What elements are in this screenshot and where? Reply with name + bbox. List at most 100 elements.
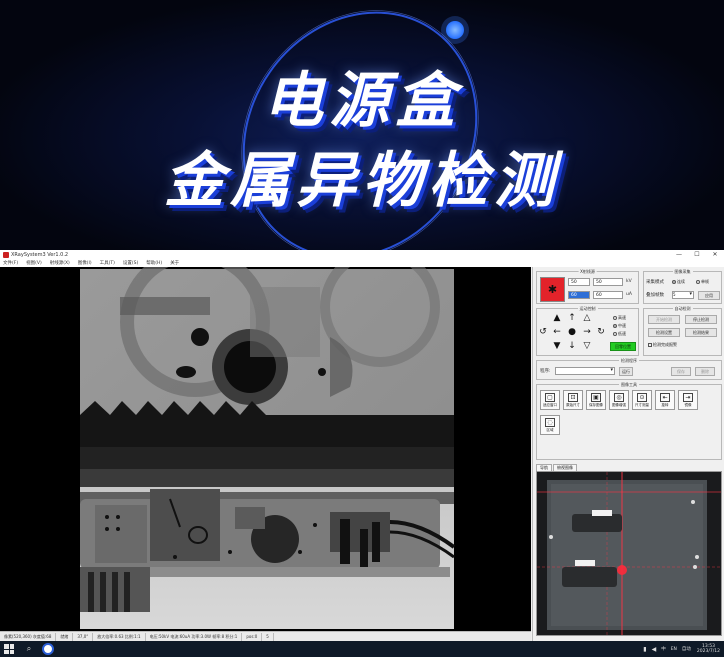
roi-icon: ◌ (545, 418, 555, 427)
down-outline-arrow-icon[interactable]: ▽ (581, 340, 593, 352)
current-input[interactable]: 60 (593, 291, 623, 299)
down-fill-arrow-icon[interactable]: ▼ (551, 340, 563, 352)
status-params: 电压:50kV 电流:60uA 功率:3.0W 帧率:8 积分:1 (146, 632, 243, 641)
mode-label: 采集模式 (646, 280, 664, 285)
menu-about[interactable]: 关于 (170, 260, 179, 266)
mode-continuous-radio[interactable]: 连续 (672, 279, 685, 285)
xray-image-viewer[interactable] (0, 267, 531, 631)
tool-rotate-button[interactable]: ⇤ 旋转 (655, 390, 675, 410)
rotate-icon: ⇤ (660, 393, 670, 402)
voltage-unit: kV (626, 279, 632, 284)
mode-indicator[interactable]: 自动 (682, 646, 691, 652)
voltage-readout: 50 (568, 278, 590, 286)
xray-group-title: X射线源 (578, 269, 597, 275)
frames-label: 叠加帧数 (646, 293, 664, 298)
start-inspect-button[interactable]: 开始检测 (648, 315, 680, 324)
menu-settings[interactable]: 设置(S) (123, 260, 138, 266)
network-icon[interactable]: ▮ (643, 646, 646, 653)
up-fill-arrow-icon[interactable]: ▲ (551, 312, 563, 324)
volume-icon[interactable]: ◀ (652, 646, 657, 653)
clock[interactable]: 13:53 2023/7/12 (697, 644, 720, 654)
program-select[interactable] (555, 367, 615, 375)
rotate-ccw-icon[interactable]: ↺ (537, 326, 549, 338)
status-pixel: 像素(520,360) 灰度值:68 (0, 632, 57, 641)
lang-indicator[interactable]: EN (671, 647, 677, 652)
menu-bar: 文件(F) 视图(V) 射线源(X) 图像(I) 工具(T) 设置(S) 帮助(… (0, 259, 724, 267)
frames-select[interactable]: 5 (672, 291, 694, 299)
alarm-checkbox[interactable]: 检测完成报警 (648, 342, 677, 348)
run-program-button[interactable]: 运行 (619, 367, 633, 376)
menu-tools[interactable]: 工具(T) (100, 260, 115, 266)
xray-app-taskbar-icon[interactable] (42, 643, 54, 655)
speed-low-radio[interactable]: 低速 (613, 331, 626, 337)
save-program-button[interactable]: 保存 (671, 367, 691, 376)
window-title: XRaySystem3 Ver1.0.2 (11, 251, 69, 258)
program-label: 程序: (540, 369, 551, 374)
xray-image (80, 267, 456, 629)
banner-title-line2: 金属异物检测 (164, 146, 560, 216)
delete-program-button[interactable]: 删除 (695, 367, 715, 376)
up-outline-arrow-icon[interactable]: △ (581, 312, 593, 324)
close-button[interactable]: ✕ (706, 250, 724, 259)
app-icon (3, 251, 9, 258)
status-zoom: 放大倍率:0.63 比例:1:1 (93, 632, 146, 641)
status-bar: 像素(520,360) 灰度值:68 就绪 37,0° 放大倍率:0.63 比例… (0, 631, 531, 641)
clock-date: 2023/7/12 (696, 649, 720, 654)
menu-file[interactable]: 文件(F) (3, 260, 18, 266)
acquisition-group: 图像采集 采集模式 连续 单帧 叠加帧数 5 应用 (643, 269, 722, 304)
menu-image[interactable]: 图像(I) (78, 260, 92, 266)
camera-preview (536, 471, 722, 636)
screenshot-root: 电源盒 金属异物检测 XRaySystem3 Ver1.0.2 — ☐ ✕ 文件… (0, 0, 724, 657)
status-frames: 5 (262, 632, 274, 641)
status-ready: 就绪 (56, 632, 74, 641)
stop-dot-icon[interactable]: ● (566, 326, 578, 338)
ime-indicator[interactable]: 中 (661, 646, 666, 652)
menu-view[interactable]: 视图(V) (26, 260, 42, 266)
minimize-button[interactable]: — (670, 250, 688, 259)
speed-high-radio[interactable]: 高速 (613, 315, 626, 321)
inspect-results-button[interactable]: 检测结果 (685, 328, 717, 337)
voltage-input[interactable]: 50 (593, 278, 623, 286)
apply-button[interactable]: 应用 (698, 291, 720, 300)
tool-measure-button[interactable]: ⊙ 尺寸测量 (632, 390, 652, 410)
arrow-down-icon[interactable]: ↓ (566, 340, 578, 352)
status-angle: 37,0° (73, 632, 94, 641)
system-tray: ▮ ◀ 中 EN 自动 13:53 2023/7/12 (638, 641, 720, 657)
stop-inspect-button[interactable]: 停止检测 (685, 315, 717, 324)
tool-save-button[interactable]: ▣ 保存图像 (586, 390, 606, 410)
measure-icon: ⊙ (637, 393, 647, 402)
tool-roi-button[interactable]: ◌ 区域 (540, 415, 560, 435)
tab-top-camera[interactable]: 俯视图像 (553, 464, 577, 471)
enhance-icon: ◎ (614, 393, 624, 402)
rotate-cw-icon[interactable]: ↻ (595, 326, 607, 338)
mirror-icon: ⇥ (683, 393, 693, 402)
menu-help[interactable]: 帮助(H) (146, 260, 162, 266)
home-button[interactable]: 回零位置 (610, 342, 636, 351)
program-group-title: 检测程序 (619, 358, 639, 364)
tools-group-title: 图像工具 (619, 382, 639, 388)
speed-mid-radio[interactable]: 中速 (613, 323, 626, 329)
fit-icon: ▢ (545, 393, 555, 402)
inspect-settings-button[interactable]: 检测设置 (648, 328, 680, 337)
tool-original-button[interactable]: ⊡ 原始尺寸 (563, 390, 583, 410)
program-group: 检测程序 程序: 运行 保存 删除 (536, 358, 722, 380)
windows-start-icon[interactable] (4, 644, 14, 654)
tool-enhance-button[interactable]: ◎ 图像增强 (609, 390, 629, 410)
motion-group: 运动控制 ▲ ↑ △ ↺ ← ● → ↻ ▼ ↓ ▽ 高速 中速 低速 回零位置 (536, 306, 639, 356)
maximize-button[interactable]: ☐ (688, 250, 706, 259)
tool-mirror-button[interactable]: ⇥ 镜像 (678, 390, 698, 410)
radiation-icon: ✱ (547, 283, 558, 296)
arrow-up-icon[interactable]: ↑ (566, 312, 578, 324)
search-icon[interactable]: ⌕ (24, 644, 34, 654)
arrow-left-icon[interactable]: ← (551, 326, 563, 338)
zoom-icon: ⊡ (568, 393, 578, 402)
banner-title-line1: 电源盒 (263, 66, 461, 136)
mode-single-radio[interactable]: 单帧 (696, 279, 709, 285)
tool-fit-button[interactable]: ▢ 适应窗口 (540, 390, 560, 410)
tab-navigation[interactable]: 导航 (536, 464, 552, 471)
arrow-right-icon[interactable]: → (581, 326, 593, 338)
xray-toggle-button[interactable]: ✱ (540, 277, 565, 302)
image-tools-group: 图像工具 ▢ 适应窗口 ⊡ 原始尺寸 ▣ 保存图像 ◎ 图像增强 ⊙ 尺寸测量 ⇤ 旋转 ⇥… (536, 382, 722, 460)
menu-source[interactable]: 射线源(X) (50, 260, 70, 266)
xray-source-group: X射线源 ✱ 50 50 kV 60 60 uA (536, 269, 639, 304)
